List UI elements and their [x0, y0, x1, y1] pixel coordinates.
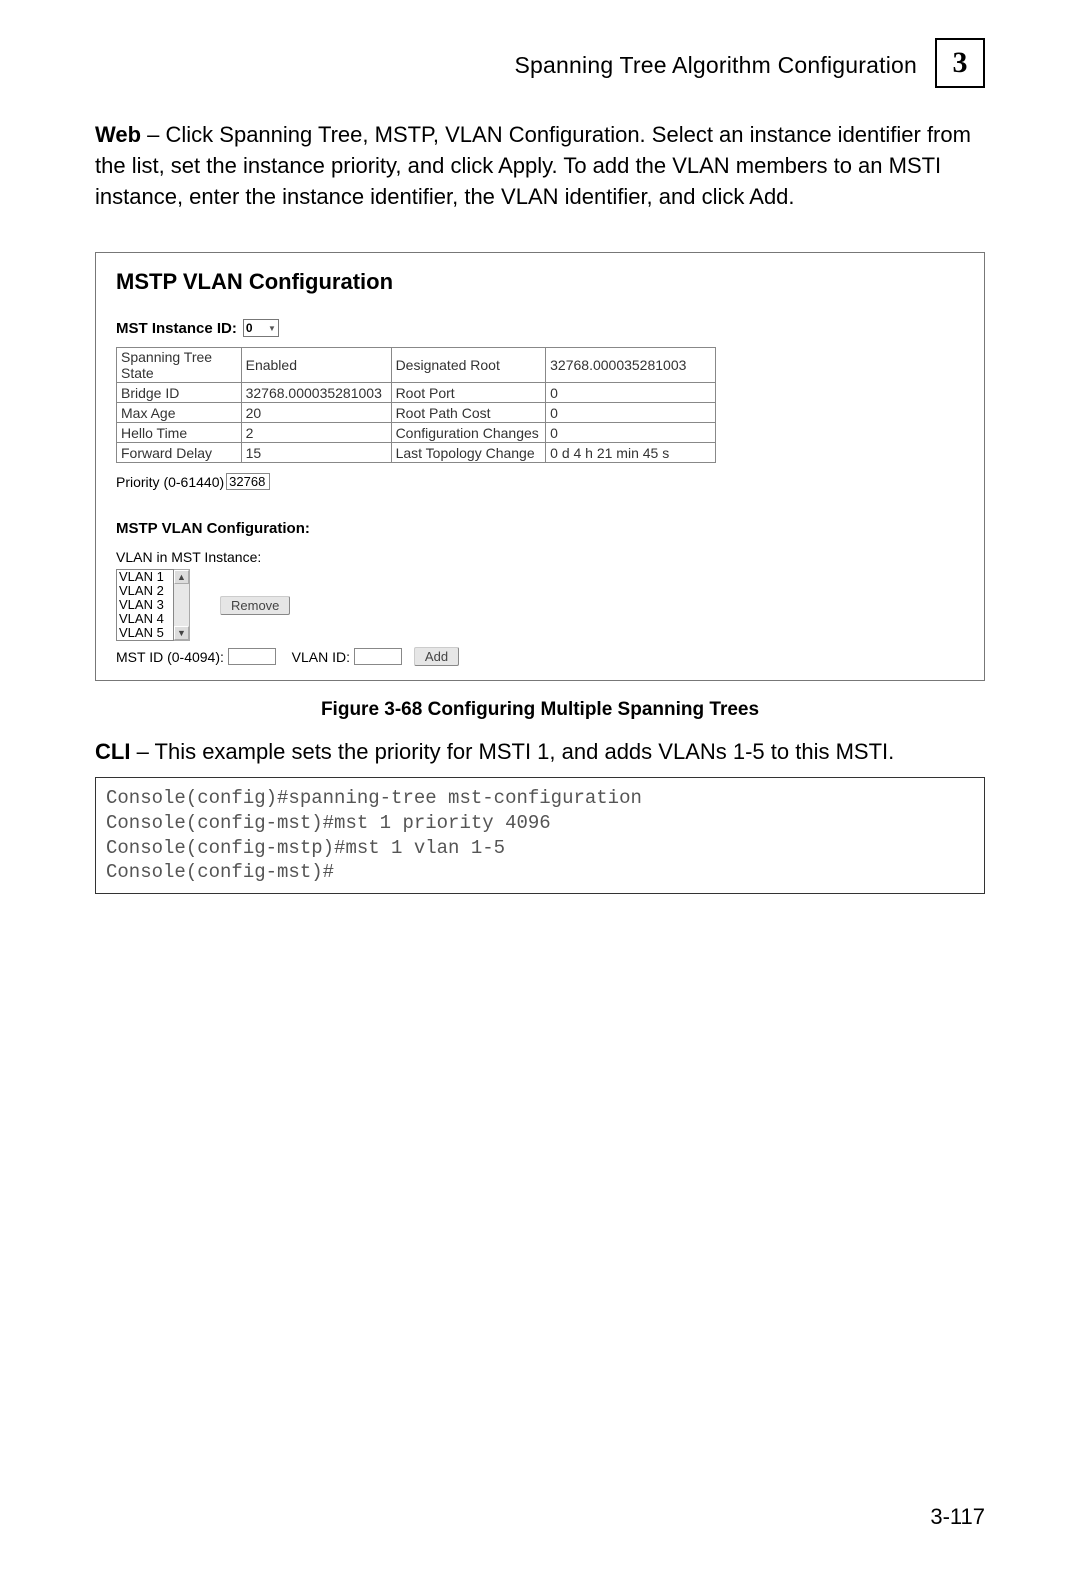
table-cell: 20	[241, 403, 391, 423]
vlan-listbox[interactable]: VLAN 1VLAN 2VLAN 3VLAN 4VLAN 5	[116, 569, 174, 641]
mstp-info-table: Spanning Tree StateEnabledDesignated Roo…	[116, 347, 716, 463]
vlan-id-input[interactable]	[354, 648, 402, 665]
vlan-in-instance-label: VLAN in MST Instance:	[116, 549, 964, 565]
mst-instance-value: 0	[246, 321, 253, 335]
mst-id-label: MST ID (0-4094):	[116, 649, 224, 665]
vlan-list-row: VLAN 1VLAN 2VLAN 3VLAN 4VLAN 5 ▲ ▼ Remov…	[116, 569, 964, 641]
list-item[interactable]: VLAN 2	[119, 584, 171, 598]
mst-instance-label: MST Instance ID:	[116, 320, 237, 337]
table-cell: Bridge ID	[117, 383, 242, 403]
scroll-up-icon[interactable]: ▲	[174, 570, 189, 584]
page-header: Spanning Tree Algorithm Configuration 3	[95, 40, 985, 90]
intro-text: – Click Spanning Tree, MSTP, VLAN Config…	[95, 122, 971, 209]
priority-row: Priority (0-61440)	[116, 473, 964, 490]
cli-text: – This example sets the priority for MST…	[130, 739, 894, 764]
cli-paragraph: CLI – This example sets the priority for…	[95, 739, 985, 765]
table-row: Forward Delay15Last Topology Change0 d 4…	[117, 443, 716, 463]
chapter-number-badge: 3	[935, 38, 985, 88]
mst-vlan-id-row: MST ID (0-4094): VLAN ID: Add	[116, 647, 964, 666]
intro-lead: Web	[95, 122, 141, 147]
vlan-id-label: VLAN ID:	[292, 649, 350, 665]
list-item[interactable]: VLAN 1	[119, 570, 171, 584]
figure-caption: Figure 3-68 Configuring Multiple Spannin…	[95, 699, 985, 721]
vlan-listbox-wrap: VLAN 1VLAN 2VLAN 3VLAN 4VLAN 5 ▲ ▼	[116, 569, 190, 641]
intro-paragraph: Web – Click Spanning Tree, MSTP, VLAN Co…	[95, 120, 985, 212]
vlan-list-scrollbar[interactable]: ▲ ▼	[174, 569, 190, 641]
table-cell: 2	[241, 423, 391, 443]
table-cell: 0	[546, 383, 716, 403]
remove-button[interactable]: Remove	[220, 596, 290, 615]
table-cell: Hello Time	[117, 423, 242, 443]
cli-example-box: Console(config)#spanning-tree mst-config…	[95, 777, 985, 894]
cli-lead: CLI	[95, 739, 130, 764]
table-cell: 32768.000035281003	[546, 348, 716, 383]
mst-instance-row: MST Instance ID: 0	[116, 319, 964, 337]
list-item[interactable]: VLAN 4	[119, 612, 171, 626]
table-row: Spanning Tree StateEnabledDesignated Roo…	[117, 348, 716, 383]
table-cell: Designated Root	[391, 348, 546, 383]
table-cell: Root Path Cost	[391, 403, 546, 423]
list-item[interactable]: VLAN 5	[119, 626, 171, 640]
table-cell: Enabled	[241, 348, 391, 383]
table-cell: Spanning Tree State	[117, 348, 242, 383]
table-cell: 0	[546, 423, 716, 443]
priority-label: Priority (0-61440)	[116, 474, 224, 490]
priority-input[interactable]	[226, 473, 270, 490]
add-button[interactable]: Add	[414, 647, 459, 666]
section-title: Spanning Tree Algorithm Configuration	[515, 52, 917, 79]
page-number: 3-117	[930, 1504, 985, 1530]
list-item[interactable]: VLAN 3	[119, 598, 171, 612]
table-row: Max Age20Root Path Cost0	[117, 403, 716, 423]
table-cell: Configuration Changes	[391, 423, 546, 443]
table-cell: Last Topology Change	[391, 443, 546, 463]
table-cell: Max Age	[117, 403, 242, 423]
table-cell: 0	[546, 403, 716, 423]
scroll-down-icon[interactable]: ▼	[174, 626, 189, 640]
table-row: Bridge ID32768.000035281003Root Port0	[117, 383, 716, 403]
gui-screenshot: MSTP VLAN Configuration MST Instance ID:…	[95, 252, 985, 681]
mst-id-input[interactable]	[228, 648, 276, 665]
table-cell: Forward Delay	[117, 443, 242, 463]
table-cell: 32768.000035281003	[241, 383, 391, 403]
screenshot-title: MSTP VLAN Configuration	[116, 269, 964, 295]
table-cell: 0 d 4 h 21 min 45 s	[546, 443, 716, 463]
mst-instance-select[interactable]: 0	[243, 319, 279, 337]
mstp-vlan-subtitle: MSTP VLAN Configuration:	[116, 520, 964, 537]
table-cell: 15	[241, 443, 391, 463]
table-row: Hello Time2Configuration Changes0	[117, 423, 716, 443]
table-cell: Root Port	[391, 383, 546, 403]
